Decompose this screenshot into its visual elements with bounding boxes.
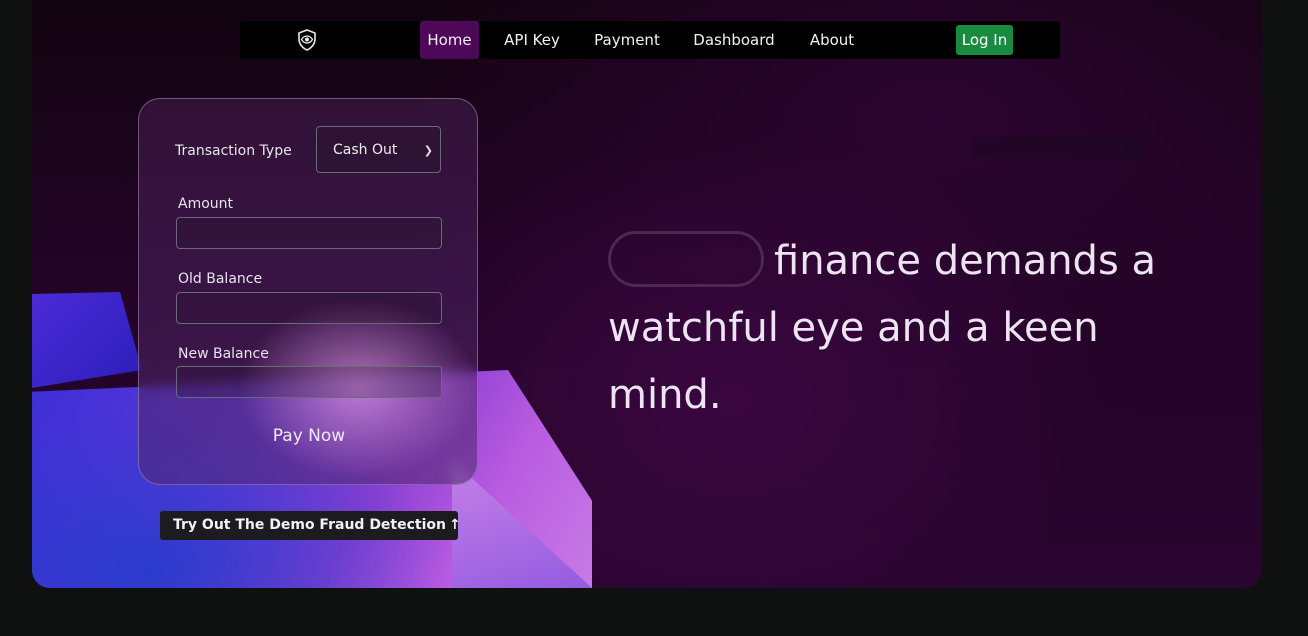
decorative-shape xyxy=(32,292,142,388)
hero-frame: Home API Key Payment Dashboard About Log… xyxy=(32,0,1262,588)
pay-now-button[interactable]: Pay Now xyxy=(259,421,359,451)
amount-label: Amount xyxy=(178,196,234,212)
demo-button-label: Try Out The Demo Fraud Detection xyxy=(173,517,446,533)
decorative-shape xyxy=(452,460,592,588)
transaction-type-label: Transaction Type xyxy=(175,143,292,159)
nav-about[interactable]: About xyxy=(806,21,858,59)
chevron-down-icon: ❯ xyxy=(423,144,433,157)
new-balance-input[interactable] xyxy=(176,366,442,398)
faint-tag xyxy=(972,137,1144,158)
animated-word-pill xyxy=(608,231,764,287)
shield-eye-icon[interactable] xyxy=(295,28,319,52)
nav-payment[interactable]: Payment xyxy=(590,21,664,59)
hero-line-1: finance demands a xyxy=(774,238,1157,284)
navbar: Home API Key Payment Dashboard About Log… xyxy=(240,21,1060,59)
new-balance-label: New Balance xyxy=(178,346,269,362)
nav-api-key[interactable]: API Key xyxy=(502,21,562,59)
login-button[interactable]: Log In xyxy=(956,25,1013,55)
nav-dashboard[interactable]: Dashboard xyxy=(692,21,776,59)
hero-line-2: watchful eye and a keen mind. xyxy=(608,305,1099,418)
old-balance-label: Old Balance xyxy=(178,271,263,287)
amount-input[interactable] xyxy=(176,217,442,249)
nav-home[interactable]: Home xyxy=(420,21,479,59)
arrow-up-icon: ↑ xyxy=(449,517,461,533)
hero-headline: finance demands a watchful eye and a kee… xyxy=(608,228,1208,429)
transaction-type-select[interactable]: Cash Out ❯ xyxy=(316,126,441,173)
old-balance-input[interactable] xyxy=(176,292,442,324)
demo-fraud-detection-button[interactable]: Try Out The Demo Fraud Detection ↑ xyxy=(160,511,461,540)
transaction-type-value: Cash Out xyxy=(333,142,398,158)
payment-form-card: Transaction Type Cash Out ❯ Amount Old B… xyxy=(138,98,478,485)
